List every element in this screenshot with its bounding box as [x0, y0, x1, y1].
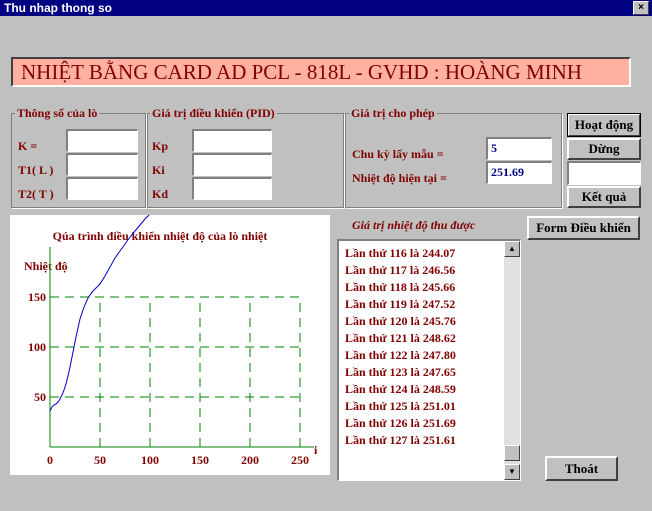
temperature-series-line — [49, 215, 150, 412]
control-form-button-label: Form Điều khiển — [536, 220, 631, 235]
scroll-down-button[interactable]: ▼ — [504, 464, 520, 480]
stop-button[interactable]: Dừng — [567, 138, 641, 160]
results-list-title: Giá trị nhiệt độ thu được — [352, 218, 476, 232]
list-item[interactable]: Lần thứ 126 là 251.69 — [345, 415, 456, 432]
list-item[interactable]: Lần thứ 119 là 247.52 — [345, 296, 456, 313]
results-listbox[interactable]: Lần thứ 116 là 244.07 Lần thứ 117 là 246.… — [337, 239, 521, 481]
kd-label: Kd — [152, 187, 169, 201]
y-tick-label: 100 — [28, 340, 46, 354]
list-item[interactable]: Lần thứ 124 là 248.59 — [345, 381, 456, 398]
result-field[interactable] — [567, 161, 641, 185]
x-tick-label: 200 — [241, 453, 259, 467]
results-list-items: Lần thứ 116 là 244.07 Lần thứ 117 là 246.… — [345, 245, 456, 449]
list-item[interactable]: Lần thứ 125 là 251.01 — [345, 398, 456, 415]
project-banner: NHIỆT BẰNG CARD AD PCL - 818L - GVHD : H… — [11, 57, 631, 87]
result-button-label: Kết quả — [581, 189, 627, 204]
chart-grid — [49, 247, 314, 448]
list-item[interactable]: Lần thứ 123 là 247.65 — [345, 364, 456, 381]
chart-title: Qúa trình điều khiển nhiệt độ của lò nhi… — [53, 229, 268, 243]
y-tick-label: 150 — [28, 290, 46, 304]
run-button-label: Hoạt động — [574, 117, 634, 132]
list-item[interactable]: Lần thứ 116 là 244.07 — [345, 245, 456, 262]
y-tick-label: 50 — [34, 390, 46, 404]
results-scrollbar[interactable]: ▲ ▼ — [504, 241, 520, 480]
allowed-values-label: Giá trị cho phép — [349, 106, 437, 121]
title-bar: Thu nhap thong so × — [0, 0, 652, 16]
x-tick-label: 150 — [191, 453, 209, 467]
current-temp-input[interactable]: 251.69 — [486, 161, 552, 184]
x-tick-label: 0 — [47, 453, 53, 467]
list-item[interactable]: Lần thứ 118 là 245.66 — [345, 279, 456, 296]
list-item[interactable]: Lần thứ 127 là 251.61 — [345, 432, 456, 449]
x-tick-label: 250 — [291, 453, 309, 467]
k-input[interactable] — [66, 129, 138, 152]
sample-period-input[interactable]: 5 — [486, 137, 552, 160]
chart-series — [49, 215, 150, 412]
list-item[interactable]: Lần thứ 121 là 248.62 — [345, 330, 456, 347]
kd-input[interactable] — [192, 177, 272, 200]
result-button[interactable]: Kết quả — [567, 186, 641, 208]
sample-period-label: Chu kỳ lấy mẫu = — [352, 147, 444, 161]
chart-ticks: 0 50 100 150 200 250 50 100 150 — [28, 290, 309, 467]
run-button[interactable]: Hoạt động — [567, 113, 641, 137]
t1-input[interactable] — [66, 153, 138, 176]
pid-params-label: Giá trị điều khiển (PID) — [150, 106, 277, 121]
chart-svg: Qúa trình điều khiển nhiệt độ của lò nhi… — [24, 215, 318, 467]
x-tick-label: 50 — [94, 453, 106, 467]
window-title: Thu nhap thong so — [4, 1, 112, 15]
list-item[interactable]: Lần thứ 117 là 246.56 — [345, 262, 456, 279]
list-item[interactable]: Lần thứ 120 là 245.76 — [345, 313, 456, 330]
chart-xlabel: i — [314, 443, 318, 457]
t2-label: T2( T ) — [18, 187, 54, 201]
kp-label: Kp — [152, 139, 169, 153]
t2-input[interactable] — [66, 177, 138, 200]
x-tick-label: 100 — [141, 453, 159, 467]
control-form-button[interactable]: Form Điều khiển — [527, 216, 640, 240]
current-temp-label: Nhiệt độ hiện tại = — [352, 171, 447, 185]
temperature-chart: Qúa trình điều khiển nhiệt độ của lò nhi… — [10, 215, 330, 475]
ki-input[interactable] — [192, 153, 272, 176]
scroll-thumb[interactable] — [504, 445, 520, 461]
t1-label: T1( L ) — [18, 163, 54, 177]
scroll-up-button[interactable]: ▲ — [504, 241, 520, 257]
list-item[interactable]: Lần thứ 122 là 247.80 — [345, 347, 456, 364]
chart-ylabel: Nhiệt độ — [24, 259, 68, 273]
furnace-params-label: Thông số của lò — [15, 106, 100, 121]
kp-input[interactable] — [192, 129, 272, 152]
exit-button-label: Thoát — [564, 461, 599, 476]
exit-button[interactable]: Thoát — [545, 456, 618, 481]
close-button[interactable]: × — [633, 1, 649, 15]
stop-button-label: Dừng — [588, 141, 620, 156]
ki-label: Ki — [152, 163, 165, 177]
k-label: K = — [18, 139, 38, 153]
